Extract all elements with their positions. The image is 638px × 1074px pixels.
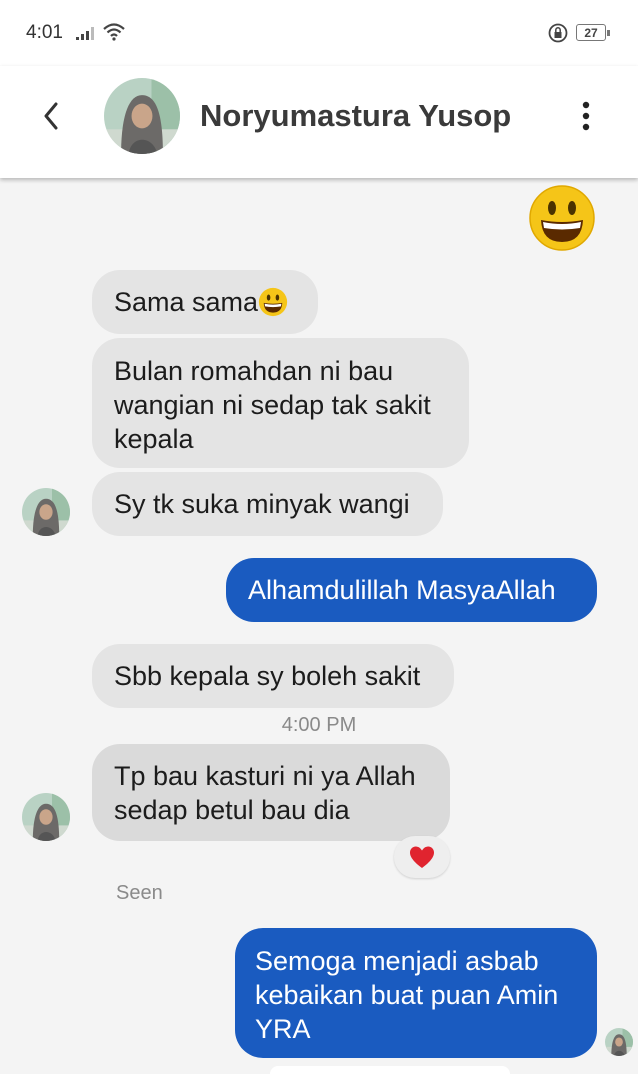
sender-avatar[interactable]	[22, 488, 70, 536]
message-text: Sy tk suka minyak wangi	[114, 489, 410, 519]
grinning-emoji-icon[interactable]	[528, 184, 596, 257]
message-text: Bulan romahdan ni bau wangian ni sedap t…	[114, 356, 431, 454]
message-text: Semoga menjadi asbab kebaikan buat puan …	[255, 946, 559, 1044]
message-bubble-incoming[interactable]: Bulan romahdan ni bau wangian ni sedap t…	[92, 338, 469, 468]
more-vert-icon[interactable]	[572, 96, 600, 136]
message-timestamp: 4:00 PM	[281, 714, 357, 736]
message-bubble-incoming[interactable]: Tp bau kasturi ni ya Allah sedap betul b…	[92, 744, 450, 841]
lock-icon	[548, 23, 568, 48]
reaction-badge[interactable]	[394, 836, 450, 878]
message-text: Sama sama	[114, 287, 259, 317]
contact-avatar[interactable]	[104, 78, 180, 154]
chat-header: Noryumastura Yusop	[0, 66, 638, 178]
composer-edge	[270, 1066, 510, 1074]
message-bubble-incoming[interactable]: Sy tk suka minyak wangi	[92, 472, 443, 536]
battery-icon: 27	[576, 24, 610, 41]
message-text: Tp bau kasturi ni ya Allah sedap betul b…	[114, 761, 416, 825]
back-arrow-icon[interactable]	[36, 96, 76, 136]
message-text: Alhamdulillah MasyaAllah	[248, 575, 556, 605]
read-receipt-avatar	[605, 1028, 633, 1056]
message-bubble-incoming[interactable]: Sbb kepala sy boleh sakit	[92, 644, 454, 708]
signal-icon	[76, 26, 98, 45]
seen-label: Seen	[116, 882, 163, 904]
message-bubble-incoming[interactable]: Sama sama	[92, 270, 318, 334]
sender-avatar[interactable]	[22, 793, 70, 841]
status-bar: 4:01 27	[0, 0, 638, 66]
status-time: 4:01	[26, 22, 63, 43]
heart-icon	[410, 846, 434, 868]
message-bubble-outgoing[interactable]: Alhamdulillah MasyaAllah	[226, 558, 597, 622]
contact-name[interactable]: Noryumastura Yusop	[200, 98, 511, 134]
grinning-emoji-icon	[258, 287, 288, 317]
wifi-icon	[103, 23, 125, 46]
message-text: Sbb kepala sy boleh sakit	[114, 661, 421, 691]
message-bubble-outgoing[interactable]: Semoga menjadi asbab kebaikan buat puan …	[235, 928, 597, 1058]
